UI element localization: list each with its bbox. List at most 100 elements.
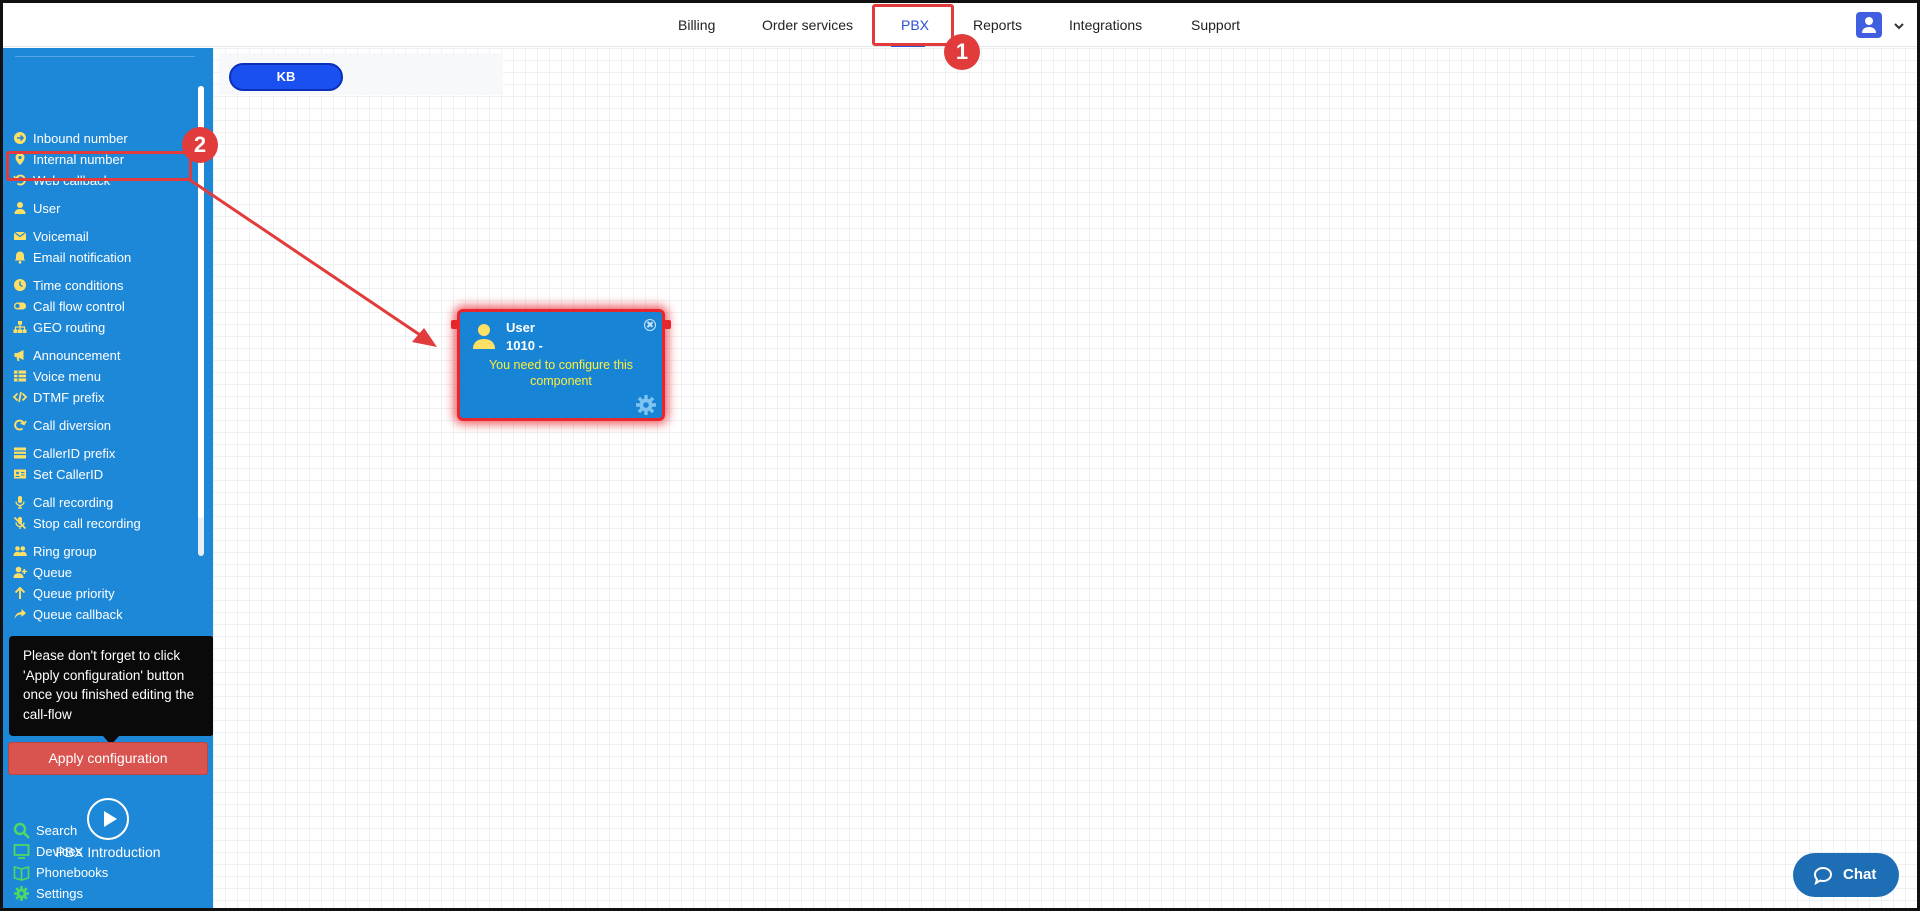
microphone-slash-icon	[13, 516, 27, 530]
chat-label: Chat	[1843, 866, 1877, 883]
apply-reminder-tooltip: Please don't forget to click 'Apply conf…	[9, 636, 214, 736]
gear-icon	[13, 885, 30, 902]
annotation-badge-2: 2	[182, 127, 218, 163]
kb-button[interactable]: KB	[229, 63, 343, 91]
node-config-message: You need to configure this component	[488, 358, 634, 388]
annotation-box-pbx	[872, 4, 954, 46]
megaphone-icon	[13, 348, 27, 362]
sidebar-phonebooks[interactable]: Phonebooks	[13, 863, 108, 883]
sidebar-bottom-label: Devices	[36, 844, 83, 859]
sidebar-search[interactable]: Search	[13, 821, 77, 841]
share-icon	[13, 607, 27, 621]
chat-bubble-icon	[1813, 866, 1833, 885]
sidebar-item-label: Time conditions	[33, 278, 124, 293]
sidebar-item-time-conditions[interactable]: Time conditions	[13, 276, 124, 296]
annotation-box-user	[6, 151, 192, 181]
play-icon	[104, 811, 117, 827]
id-card-icon	[13, 467, 27, 481]
bell-icon	[13, 250, 27, 264]
chat-button[interactable]: Chat	[1793, 853, 1899, 897]
sidebar-item-inbound-number[interactable]: Inbound number	[13, 129, 128, 149]
user-avatar-icon	[1862, 17, 1876, 33]
sidebar-item-label: Ring group	[33, 544, 97, 559]
sidebar-item-dtmf-prefix[interactable]: DTMF prefix	[13, 388, 105, 408]
sidebar-bottom-label: Search	[36, 823, 78, 838]
sidebar-item-voicemail[interactable]: Voicemail	[13, 227, 89, 247]
chevron-down-icon[interactable]	[1892, 19, 1906, 33]
sidebar-settings[interactable]: Settings	[13, 884, 83, 904]
account-button[interactable]	[1856, 12, 1882, 38]
sidebar-item-announcement[interactable]: Announcement	[13, 346, 120, 366]
callflow-canvas[interactable]: KB	[213, 48, 1917, 908]
arrow-circle-icon	[13, 131, 27, 145]
node-subtitle: 1010 -	[506, 338, 543, 353]
sidebar-item-stop-call-recording[interactable]: Stop call recording	[13, 514, 141, 534]
apply-configuration-button[interactable]: Apply configuration	[8, 742, 208, 775]
sidebar-item-label: DTMF prefix	[33, 390, 105, 405]
tooltip-text: Please don't forget to click 'Apply conf…	[23, 648, 195, 722]
sitemap-icon	[13, 320, 27, 334]
sidebar-item-label: Inbound number	[33, 131, 128, 146]
sidebar-item-geo-routing[interactable]: GEO routing	[13, 318, 105, 338]
sidebar-item-email-notification[interactable]: Email notification	[13, 248, 131, 268]
sidebar-item-label: Announcement	[33, 348, 121, 363]
sidebar-item-queue[interactable]: Queue	[13, 563, 72, 583]
sidebar-devices[interactable]: Devices	[13, 842, 82, 862]
sidebar-item-callerid-prefix[interactable]: CallerID prefix	[13, 444, 115, 464]
nav-billing[interactable]: Billing	[678, 3, 715, 47]
nav-support[interactable]: Support	[1191, 3, 1240, 47]
node-title: User	[506, 320, 535, 335]
user-icon	[13, 201, 27, 215]
annotation-badge-1: 1	[944, 34, 980, 70]
node-settings-gear-icon[interactable]	[635, 394, 657, 416]
kb-panel: KB	[219, 53, 503, 95]
sidebar-item-label: Voice menu	[33, 369, 101, 384]
sidebar-item-label: Email notification	[33, 250, 132, 265]
microphone-icon	[13, 495, 27, 509]
nav-reports[interactable]: Reports	[973, 3, 1022, 47]
sidebar-item-voice-menu[interactable]: Voice menu	[13, 367, 101, 387]
sidebar-item-label: User	[33, 201, 61, 216]
sidebar-item-set-callerid[interactable]: Set CallerID	[13, 465, 103, 485]
users-icon	[13, 544, 27, 558]
pbx-intro-play-button[interactable]	[87, 798, 129, 840]
sidebar-item-label: Set CallerID	[33, 467, 104, 482]
sidebar-item-label: Queue callback	[33, 607, 123, 622]
user-plus-icon	[13, 565, 27, 579]
sidebar-item-user[interactable]: User	[13, 199, 60, 219]
envelope-icon	[13, 229, 27, 243]
sidebar-item-label: Call recording	[33, 495, 114, 510]
arrow-up-icon	[13, 586, 27, 600]
sidebar-item-queue-priority[interactable]: Queue priority	[13, 584, 115, 604]
book-icon	[13, 864, 30, 881]
clock-icon	[13, 278, 27, 292]
sidebar-item-label: CallerID prefix	[33, 446, 116, 461]
user-component-node[interactable]: User 1010 - You need to configure this c…	[457, 309, 665, 421]
sidebar-divider	[15, 56, 195, 57]
sidebar-item-label: Queue priority	[33, 586, 115, 601]
list-icon	[13, 446, 27, 460]
sidebar-item-call-recording[interactable]: Call recording	[13, 493, 113, 513]
search-icon	[13, 822, 30, 839]
node-output-port[interactable]	[664, 320, 671, 329]
node-close-icon[interactable]	[644, 319, 656, 331]
user-icon	[473, 324, 495, 349]
sidebar-item-label: Voicemail	[33, 229, 89, 244]
sidebar-item-queue-callback[interactable]: Queue callback	[13, 605, 123, 625]
nav-integrations[interactable]: Integrations	[1069, 3, 1142, 47]
sidebar-bottom-label: Phonebooks	[36, 865, 109, 880]
sidebar-item-call-flow-control[interactable]: Call flow control	[13, 297, 125, 317]
sidebar-item-ring-group[interactable]: Ring group	[13, 542, 97, 562]
grid-icon	[13, 369, 27, 383]
sidebar-item-call-diversion[interactable]: Call diversion	[13, 416, 111, 436]
sidebar-item-label: Call diversion	[33, 418, 112, 433]
sidebar-item-label: Stop call recording	[33, 516, 141, 531]
sidebar-item-label: GEO routing	[33, 320, 106, 335]
sidebar-item-label: Queue	[33, 565, 73, 580]
code-icon	[13, 390, 27, 404]
monitor-icon	[13, 843, 30, 860]
redo-icon	[13, 418, 27, 432]
sidebar-bottom-label: Settings	[36, 886, 83, 901]
toggle-icon	[13, 299, 27, 313]
nav-order-services[interactable]: Order services	[762, 3, 853, 47]
